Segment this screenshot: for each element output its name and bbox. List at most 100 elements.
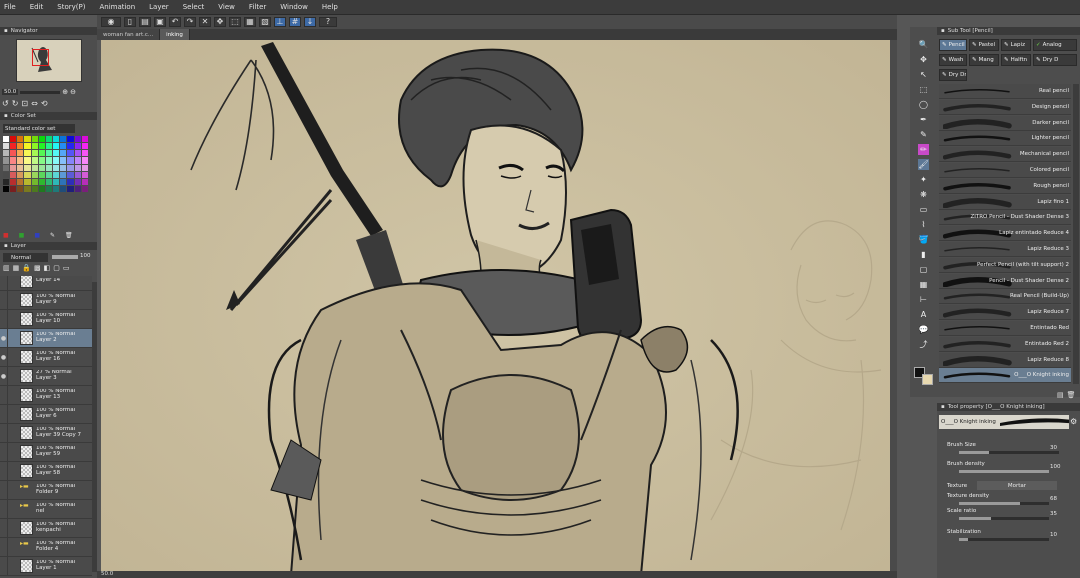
sub-tool-tab[interactable]: ✎ Wash (939, 54, 967, 66)
gradient-tool-icon[interactable]: ▮ (918, 249, 929, 260)
delete-color-icon[interactable]: 🗑 (65, 232, 73, 239)
color-swatch[interactable] (24, 164, 31, 171)
brush-density-value[interactable]: 100 (1050, 464, 1061, 470)
color-swatch[interactable] (38, 136, 45, 143)
selection-tool-icon[interactable]: ⬚ (918, 84, 929, 95)
opacity-slider[interactable] (52, 255, 78, 259)
layer-row[interactable]: Layer 14 (0, 276, 92, 291)
layer-row[interactable]: ● 27 % Normal Layer 3 (0, 366, 92, 386)
sub-tool-tab[interactable]: ✎ Dry Dr (939, 69, 967, 81)
color-swatch[interactable] (31, 136, 38, 143)
brush-item[interactable]: Design pencil (939, 99, 1071, 115)
color-swatch[interactable] (81, 171, 88, 178)
color-swatch[interactable] (53, 164, 60, 171)
color-swatch[interactable] (3, 157, 10, 164)
color-swatch[interactable] (67, 150, 74, 157)
color-swatch[interactable] (60, 164, 67, 171)
sub-tool-tab[interactable]: ✎ Mang (969, 54, 999, 66)
color-swatch[interactable] (17, 143, 24, 150)
color-swatch[interactable] (38, 178, 45, 185)
color-swatch[interactable] (10, 171, 17, 178)
layer-visibility-icon[interactable] (0, 309, 8, 329)
texture-density-slider[interactable] (959, 502, 1049, 505)
sub-tool-tab[interactable]: ✓ Analog (1033, 39, 1077, 51)
color-swatch[interactable] (45, 157, 53, 164)
color-swatch[interactable] (60, 143, 67, 150)
blue-swatch-icon[interactable]: ■ (34, 232, 40, 239)
pencil-tool-icon[interactable]: ✏ (918, 144, 929, 155)
color-swatch[interactable] (24, 178, 31, 185)
color-swatch[interactable] (17, 164, 24, 171)
lasso-tool-icon[interactable]: ◯ (918, 99, 929, 110)
eraser-tool-icon[interactable]: ▭ (918, 204, 929, 215)
color-swatch[interactable] (74, 178, 81, 185)
copy-subtool-icon[interactable]: ▤ (1057, 391, 1064, 399)
brush-item[interactable]: O___O Knight inking (939, 368, 1071, 384)
fit-icon[interactable]: ⊡ (21, 99, 28, 108)
layer-visibility-icon[interactable] (0, 537, 8, 557)
brush-item[interactable]: Lapiz Reduce 8 (939, 352, 1071, 368)
color-swatches[interactable] (3, 136, 88, 192)
sub-color-swatch[interactable] (922, 374, 933, 385)
doc-tab[interactable]: inking (160, 29, 190, 40)
color-swatch[interactable] (53, 136, 60, 143)
color-swatch[interactable] (81, 150, 88, 157)
color-swatch[interactable] (24, 185, 31, 192)
color-swatch[interactable] (67, 136, 74, 143)
color-swatch[interactable] (74, 136, 81, 143)
drawing-canvas[interactable] (101, 40, 890, 571)
brush-list-scrollbar[interactable] (1073, 84, 1079, 384)
color-swatch[interactable] (67, 178, 74, 185)
snap-perspective-icon[interactable]: ↓ (304, 17, 316, 27)
color-swatch[interactable] (45, 178, 53, 185)
brush-item[interactable]: Pencil - Dust Shader Dense 2 (939, 273, 1071, 289)
layer-row[interactable]: 100 % Normal kenpachi (0, 518, 92, 538)
transform-icon[interactable]: ✥ (214, 17, 226, 27)
canvas-vertical-scrollbar[interactable] (890, 40, 897, 571)
brush-item[interactable]: Darker pencil (939, 115, 1071, 131)
stabilization-value[interactable]: 10 (1050, 532, 1057, 538)
color-swatch[interactable] (74, 150, 81, 157)
color-swatch[interactable] (17, 136, 24, 143)
color-swatch[interactable] (45, 164, 53, 171)
color-swatch[interactable] (17, 150, 24, 157)
color-swatch[interactable] (31, 171, 38, 178)
brush-item[interactable]: Lapiz Reduce 7 (939, 305, 1071, 321)
color-swatch[interactable] (81, 157, 88, 164)
layer-row[interactable]: 100 % Normal Layer 9 (0, 290, 92, 310)
ref-layer-icon[interactable]: ▦ (13, 264, 20, 272)
menu-item-help[interactable]: Help (322, 3, 338, 11)
layer-visibility-icon[interactable]: ● (0, 366, 8, 386)
lock-icon[interactable]: 🔒 (22, 264, 31, 272)
layer-visibility-icon[interactable] (0, 385, 8, 405)
color-swatch[interactable] (38, 157, 45, 164)
layer-visibility-icon[interactable] (0, 404, 8, 424)
app-logo-icon[interactable]: ◉ (101, 17, 121, 27)
color-swatch[interactable] (31, 185, 38, 192)
color-swatch[interactable] (17, 171, 24, 178)
blend-tool-icon[interactable]: ⌇ (918, 219, 929, 230)
add-color-icon[interactable]: ✎ (50, 232, 55, 239)
layer-row[interactable]: ▸▬ 100 % Normal Folder 9 (0, 480, 92, 500)
color-swatch[interactable] (45, 143, 53, 150)
blend-mode-dropdown[interactable]: Normal (3, 253, 48, 262)
color-swatch[interactable] (3, 143, 10, 150)
menu-item-file[interactable]: File (4, 3, 16, 11)
color-swatch[interactable] (81, 136, 88, 143)
color-swatch[interactable] (53, 171, 60, 178)
color-swatch[interactable] (10, 164, 17, 171)
navigator-zoom-value[interactable]: 50.0 (2, 89, 19, 95)
layer-row[interactable]: ▸▬ 100 % Normal nel (0, 499, 92, 519)
color-swatch[interactable] (60, 185, 67, 192)
layer-row[interactable]: 100 % Normal Layer 59 (0, 442, 92, 462)
pen-tool-icon[interactable]: ✎ (918, 129, 929, 140)
layer-row[interactable]: 100 % Normal Layer 13 (0, 385, 92, 405)
color-swatch[interactable] (74, 157, 81, 164)
layer-visibility-icon[interactable] (0, 442, 8, 462)
menu-item-animation[interactable]: Animation (99, 3, 135, 11)
color-swatch[interactable] (53, 143, 60, 150)
color-swatch[interactable] (81, 178, 88, 185)
layer-visibility-icon[interactable] (0, 499, 8, 519)
delete-subtool-icon[interactable]: 🗑 (1067, 391, 1076, 399)
brush-item[interactable]: Lapiz fino 1 (939, 194, 1071, 210)
